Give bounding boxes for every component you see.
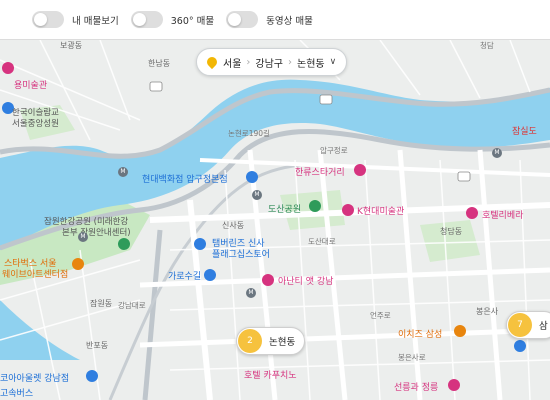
poi-ananti[interactable]: 아난티 앳 강남: [278, 274, 333, 287]
location-pin-icon: [204, 54, 220, 70]
park-icon[interactable]: [309, 200, 321, 212]
shopping-icon[interactable]: [204, 269, 216, 281]
toggle-switch[interactable]: [32, 11, 64, 28]
subway-icon[interactable]: M: [118, 167, 128, 177]
map-label-apgujeong: 압구정로: [320, 146, 348, 155]
cluster-count: 7: [508, 313, 532, 337]
map-label-hannam: 한남동: [148, 59, 171, 68]
poi-tamburins-line2: 플래그십스토어: [212, 250, 270, 260]
subway-icon[interactable]: M: [252, 190, 262, 200]
subway-icon[interactable]: M: [492, 148, 502, 158]
poi-starbucks-line2: 웨이브아트센터점: [2, 270, 69, 280]
subway-icon[interactable]: M: [246, 288, 256, 298]
cluster-name: 논현동: [269, 337, 296, 348]
shopping-icon[interactable]: [246, 171, 258, 183]
shopping-icon[interactable]: [194, 238, 206, 250]
chevron-right-icon: ›: [246, 56, 251, 68]
star-icon[interactable]: [354, 164, 366, 176]
chevron-right-icon: ›: [288, 56, 293, 68]
shopping-icon[interactable]: [86, 370, 98, 382]
hotel-icon[interactable]: [466, 207, 478, 219]
breadcrumb-dong[interactable]: 논현동: [297, 55, 325, 70]
poi-seolleung[interactable]: 선릉과 정릉: [394, 380, 438, 393]
poi-jamsil[interactable]: 잠실도: [512, 124, 537, 137]
location-breadcrumb[interactable]: 서울 › 강남구 › 논현동 ∨: [196, 48, 348, 76]
cluster-count: 2: [238, 329, 262, 353]
shopping-icon[interactable]: [514, 340, 526, 352]
toggle-switch[interactable]: [130, 11, 163, 28]
heritage-icon[interactable]: [448, 379, 460, 391]
poi-koa-mall[interactable]: 코아아울렛 강남점: [0, 371, 69, 384]
poi-hotel-riviera[interactable]: 호텔리베라: [482, 208, 523, 221]
map-label-sinsa: 신사동: [222, 221, 245, 230]
poi-garosu[interactable]: 가로수길: [168, 269, 201, 282]
toggle-label: 360° 매물: [170, 15, 215, 27]
chevron-down-icon[interactable]: ∨: [330, 57, 337, 67]
poi-museum[interactable]: 용미술관: [14, 78, 47, 91]
cluster-name: 삼: [539, 321, 548, 332]
map-label-jamwon: 잠원동: [90, 299, 113, 308]
museum-icon[interactable]: [342, 204, 354, 216]
filter-bar: 내 매물보기 360° 매물 동영상 매물: [0, 0, 550, 40]
map-label-dosan-daero: 도산대로: [308, 237, 336, 246]
poi-express-bus[interactable]: 고속버스: [0, 386, 33, 399]
subway-icon[interactable]: M: [78, 232, 88, 242]
poi-hyundai-dept[interactable]: 현대백화점 압구정본점: [142, 172, 228, 185]
toggle-360-listings[interactable]: 360° 매물: [130, 11, 215, 28]
cafe-icon[interactable]: [72, 258, 84, 270]
toggle-video-listings[interactable]: 동영상 매물: [226, 11, 313, 28]
museum-icon[interactable]: [2, 62, 14, 74]
map-label-nonhyeon190: 논현로190길: [228, 129, 270, 138]
map-label-cheongdamdong: 청담동: [440, 227, 463, 236]
map-label-eonju: 언주로: [370, 311, 391, 320]
toggle-label: 동영상 매물: [266, 15, 313, 27]
listing-cluster-samseong[interactable]: 7 삼: [506, 311, 550, 339]
map-label-gangnam-daero: 강남대로: [118, 301, 146, 310]
listing-cluster-nonhyeon[interactable]: 2 논현동: [236, 327, 306, 355]
toggle-my-listings[interactable]: 내 매물보기: [32, 11, 119, 28]
map-label-bongeunsa-ro: 봉은사로: [398, 353, 426, 362]
breadcrumb-district[interactable]: 강남구: [255, 55, 283, 70]
map-label-cheongdam-road: 청담: [480, 41, 494, 50]
poi-hotel-kapu[interactable]: 호텔 카푸치노: [244, 368, 297, 381]
poi-dosan-park[interactable]: 도산공원: [268, 202, 301, 215]
poi-k-museum[interactable]: K현대미술관: [357, 204, 404, 217]
map-label-banpo: 반포동: [86, 341, 109, 350]
breadcrumb-city[interactable]: 서울: [223, 55, 241, 70]
toggle-label: 내 매물보기: [72, 15, 119, 27]
hotel-icon[interactable]: [262, 274, 274, 286]
poi-jamwon-park-line2: 본부 잠원안내센터): [62, 228, 131, 238]
poi-bongeunsa[interactable]: 봉은사: [476, 306, 498, 317]
park-icon[interactable]: [118, 238, 130, 250]
map-label-boggwang: 보광동: [60, 41, 83, 50]
toggle-switch[interactable]: [226, 11, 259, 28]
poi-mosque-line2: 서울중앙성원: [12, 119, 59, 129]
poi-hallyu-street[interactable]: 한류스타거리: [295, 165, 345, 178]
restaurant-icon[interactable]: [454, 325, 466, 337]
poi-itsu-samsung[interactable]: 이치즈 삼성: [398, 327, 442, 340]
